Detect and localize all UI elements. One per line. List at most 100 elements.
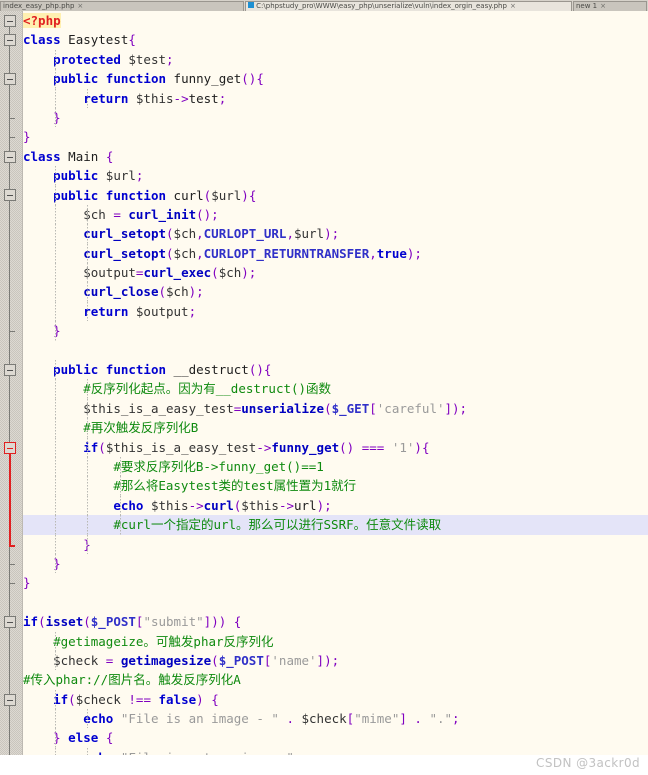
token-op: ); bbox=[241, 265, 257, 281]
indent-guide bbox=[87, 243, 89, 264]
indent-guide bbox=[55, 631, 57, 651]
fold-toggle-active-icon[interactable] bbox=[4, 441, 16, 454]
code-line[interactable]: #getimageize。可触发phar反序列化 bbox=[23, 631, 648, 651]
code-line[interactable]: } else { bbox=[23, 728, 648, 748]
token-op: ]); bbox=[444, 400, 468, 416]
code-line-text: public function __destruct(){ bbox=[23, 362, 271, 377]
token-kw: false bbox=[158, 691, 197, 707]
code-line[interactable]: curl_close($ch); bbox=[23, 282, 648, 302]
fold-toggle-icon[interactable] bbox=[4, 363, 16, 376]
code-text-area[interactable]: <?php class Easytest{ protected $test; pu… bbox=[23, 11, 648, 755]
indent-guide bbox=[55, 107, 57, 128]
code-line[interactable]: } bbox=[23, 553, 648, 574]
fold-end-marker bbox=[9, 331, 15, 333]
token-op: ( bbox=[324, 400, 332, 416]
code-line[interactable]: } bbox=[23, 107, 648, 128]
token-op: === bbox=[361, 439, 385, 455]
code-line[interactable]: $check = getimagesize($_POST['name']); bbox=[23, 650, 648, 671]
code-line[interactable]: echo "File is an image - " . $check["mim… bbox=[23, 709, 648, 729]
code-line[interactable]: class Easytest{ bbox=[23, 30, 648, 49]
code-line[interactable]: echo $this->curl($this->url); bbox=[23, 495, 648, 516]
code-line[interactable]: if($this_is_a_easy_test->funny_get() ===… bbox=[23, 437, 648, 457]
code-line[interactable]: curl_setopt($ch,CURLOPT_RETURNTRANSFER,t… bbox=[23, 243, 648, 264]
token-str: '1' bbox=[391, 439, 415, 455]
code-line[interactable]: $output=curl_exec($ch); bbox=[23, 263, 648, 283]
fold-toggle-icon[interactable] bbox=[4, 616, 16, 629]
code-line[interactable]: <?php bbox=[23, 11, 648, 30]
code-line[interactable]: curl_setopt($ch,CURLOPT_URL,$url); bbox=[23, 224, 648, 244]
indent-guide bbox=[87, 204, 89, 225]
indent-guide bbox=[55, 69, 57, 89]
code-line-current[interactable]: #curl一个指定的url。那么可以进行SSRF。任意文件读取 bbox=[23, 515, 648, 535]
token-op: ) bbox=[241, 187, 249, 203]
token-kw: public bbox=[53, 187, 99, 203]
token-brace: { bbox=[421, 439, 430, 455]
indent-guide bbox=[87, 437, 89, 457]
token-var: $this bbox=[241, 497, 279, 513]
code-line[interactable]: public function curl($url){ bbox=[23, 185, 648, 205]
code-line[interactable]: public function funny_get(){ bbox=[23, 69, 648, 89]
token-brace: { bbox=[105, 730, 114, 746]
code-line[interactable]: protected $test; bbox=[23, 49, 648, 70]
code-line-text: curl_setopt($ch,CURLOPT_RETURNTRANSFER,t… bbox=[23, 246, 422, 261]
token-kw: true bbox=[376, 245, 407, 261]
tab-close-icon[interactable]: × bbox=[77, 2, 83, 10]
indent-guide bbox=[87, 263, 89, 283]
code-folding-margin[interactable] bbox=[0, 11, 23, 775]
code-line[interactable]: } bbox=[23, 534, 648, 554]
code-line[interactable]: } bbox=[23, 127, 648, 146]
fold-toggle-icon[interactable] bbox=[4, 34, 16, 47]
code-line[interactable] bbox=[23, 593, 648, 612]
tab-label: C:\phpstudy_pro\WWW\easy_php\unserialize… bbox=[256, 2, 507, 10]
indent-guide bbox=[55, 321, 57, 341]
token-fn: curl_init bbox=[128, 206, 197, 222]
tab-close-icon[interactable]: × bbox=[510, 2, 516, 10]
code-line[interactable]: return $this->test; bbox=[23, 88, 648, 108]
token-const: $_POST bbox=[218, 652, 264, 668]
token-op: ; bbox=[452, 711, 460, 727]
code-line[interactable]: #要求反序列化B->funny_get()==1 bbox=[23, 456, 648, 477]
code-line[interactable]: $ch = curl_init(); bbox=[23, 204, 648, 225]
code-line[interactable]: #再次触发反序列化B bbox=[23, 418, 648, 438]
code-line[interactable] bbox=[23, 341, 648, 360]
code-line[interactable]: $this_is_a_easy_test=unserialize($_GET['… bbox=[23, 398, 648, 419]
token-op: [ bbox=[369, 400, 377, 416]
token-var: $url bbox=[211, 187, 242, 203]
fold-toggle-icon[interactable] bbox=[4, 189, 16, 202]
code-line[interactable]: #那么将Easytest类的test属性置为1就行 bbox=[23, 476, 648, 496]
code-line[interactable]: #反序列化起点。因为有__destruct()函数 bbox=[23, 379, 648, 399]
token-kw: function bbox=[105, 362, 167, 378]
fold-toggle-icon[interactable] bbox=[4, 14, 16, 27]
token-kw: function bbox=[105, 71, 167, 87]
token-kw: public bbox=[53, 362, 99, 378]
token-op: ; bbox=[188, 303, 197, 319]
fold-toggle-icon[interactable] bbox=[4, 693, 16, 706]
token-kw: if bbox=[23, 614, 39, 630]
code-line[interactable]: #传入phar://图片名。触发反序列化A bbox=[23, 670, 648, 689]
indent-guide bbox=[55, 553, 57, 574]
code-line[interactable]: public $url; bbox=[23, 166, 648, 186]
code-line[interactable]: echo "File is not an image."; bbox=[23, 747, 648, 755]
tab-close-icon[interactable]: × bbox=[600, 2, 606, 10]
indent-guide bbox=[87, 398, 89, 419]
fold-toggle-icon[interactable] bbox=[4, 150, 16, 163]
token-var: $ch bbox=[218, 265, 242, 281]
code-line[interactable]: } bbox=[23, 321, 648, 341]
code-line[interactable]: if($check !== false) { bbox=[23, 689, 648, 710]
code-line[interactable]: public function __destruct(){ bbox=[23, 360, 648, 380]
indent-guide bbox=[55, 709, 57, 729]
token-kw: echo bbox=[113, 497, 144, 513]
fold-toggle-icon[interactable] bbox=[4, 72, 16, 85]
editor-pane[interactable]: <?php class Easytest{ protected $test; pu… bbox=[0, 11, 648, 775]
token-kw: protected bbox=[53, 51, 121, 67]
code-line[interactable]: } bbox=[23, 573, 648, 592]
code-line[interactable]: class Main { bbox=[23, 147, 648, 166]
token-str: "File is an image - " bbox=[120, 711, 279, 727]
code-line[interactable]: return $output; bbox=[23, 301, 648, 322]
code-line[interactable]: if(isset($_POST["submit"])) { bbox=[23, 612, 648, 631]
indent-guide bbox=[55, 728, 57, 748]
